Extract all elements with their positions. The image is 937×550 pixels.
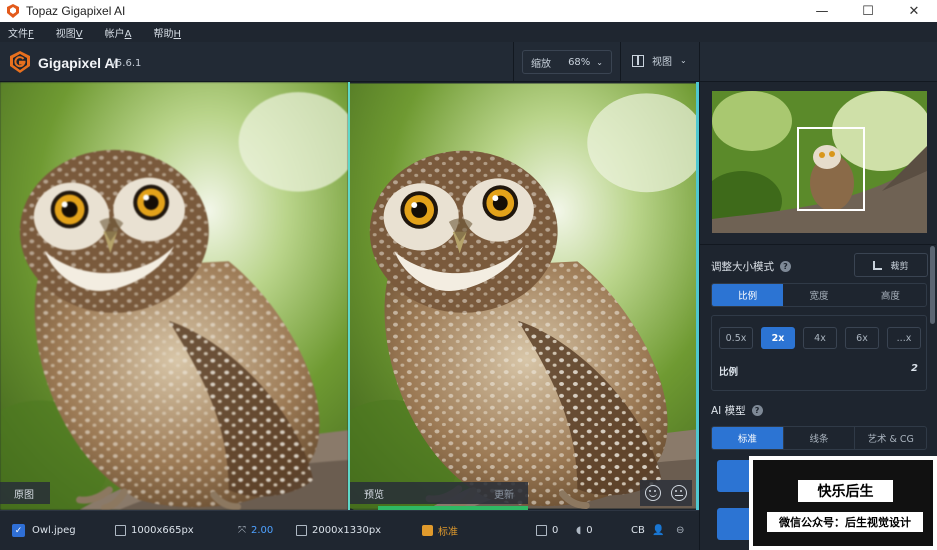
tab-model-art-cg[interactable]: 艺术 & CG [855,427,926,449]
navigator-thumbnail[interactable] [712,91,927,233]
user-icon: 👤 [652,525,665,536]
menu-view[interactable]: 视图V [56,25,83,40]
tab-model-lines[interactable]: 线条 [784,427,856,449]
zoom-value: 68% [568,56,591,68]
menu-bar: 文件F 视图V 帐户A 帮助H [0,22,937,42]
output-size: 2000x1330px [296,525,381,536]
noise-icon [536,525,547,536]
face-off-icon[interactable] [671,485,687,501]
scale-4x-button[interactable]: 4x [803,327,837,349]
scale-2x-button[interactable]: 2x [761,327,795,349]
update-button[interactable]: 更新 [494,486,514,501]
scale-options-panel: 0.5x 2x 4x 6x ...x 比例 2 [711,315,927,391]
chevron-down-icon: ⌄ [680,56,687,65]
help-icon[interactable]: ? [780,261,791,272]
scale-custom-button[interactable]: ...x [887,327,921,349]
original-image-pane[interactable]: 原图 [0,82,348,510]
preview-image-pane[interactable]: 预览 更新 [350,82,696,510]
face-recovery-icon[interactable] [645,485,661,501]
owl-preview-image [350,82,696,510]
app-header: Gigapixel AI v5.6.1 缩放 68% ⌄ 视图 ⌄ [0,42,937,82]
tab-scale[interactable]: 比例 [712,284,784,306]
image-size-icon [115,525,126,536]
face-refinement-toggles [640,480,692,506]
scale-6x-button[interactable]: 6x [845,327,879,349]
filename: Owl.jpeg [32,525,76,536]
gigapixel-logo-icon [10,51,30,73]
model-indicator: 标准 [422,523,458,538]
output-size-icon [296,525,307,536]
original-label: 原图 [0,482,50,504]
watermark-subtitle: 微信公众号：后生视觉设计 [767,512,923,532]
ai-model-tabs: 标准 线条 艺术 & CG [711,426,927,450]
remove-file-icon[interactable]: ⊖ [676,525,684,536]
compression-value: CB [631,525,645,536]
close-button[interactable]: ✕ [891,0,937,22]
scale-factor: ⤧ 2.00 [238,525,274,536]
menu-account[interactable]: 帐户A [105,25,132,40]
scale-0-5x-button[interactable]: 0.5x [719,327,753,349]
crop-button[interactable]: 裁剪 [854,253,928,277]
view-label: 视图 [652,57,672,68]
blur-value: ◖ 0 [576,525,593,536]
tab-model-standard[interactable]: 标准 [712,427,784,449]
watermark-overlay: 快乐后生 微信公众号：后生视觉设计 [749,456,937,550]
file-select-checkbox[interactable]: ✓ [12,524,25,537]
preview-bar: 预览 更新 [350,482,528,504]
split-view-icon [632,54,644,67]
blur-icon: ◖ [576,525,582,536]
header-separator [513,42,514,82]
window-title: Topaz Gigapixel AI [26,4,126,18]
header-separator [699,42,700,82]
resize-mode-heading: 调整大小模式 ? [711,259,791,274]
preview-label: 预览 [364,489,384,501]
view-mode-dropdown[interactable]: 视图 ⌄ [632,53,687,68]
input-size: 1000x665px [115,525,194,536]
watermark-title: 快乐后生 [798,480,893,502]
chevron-down-icon: ⌄ [596,57,603,67]
window-controls: — ☐ ✕ [799,0,937,22]
version-label: v5.6.1 [110,58,142,69]
sidebar-separator [700,244,936,245]
minimize-button[interactable]: — [799,0,845,22]
menu-file[interactable]: 文件F [8,25,34,40]
tab-width[interactable]: 宽度 [783,284,854,306]
tab-height[interactable]: 高度 [855,284,926,306]
watermark-panel: 快乐后生 微信公众号：后生视觉设计 [753,460,933,546]
title-bar: Topaz Gigapixel AI — ☐ ✕ [0,0,937,22]
header-separator [620,42,621,82]
help-icon[interactable]: ? [751,405,763,416]
sidebar-scrollbar[interactable] [930,246,935,324]
expand-icon: ⤧ [238,525,246,536]
file-status-bar: ✓ Owl.jpeg 1000x665px ⤧ 2.00 2000x1330px … [0,510,699,550]
ai-model-heading: AI 模型 ? [711,403,763,418]
menu-help[interactable]: 帮助H [153,25,181,40]
crop-icon [873,260,883,270]
maximize-button[interactable]: ☐ [845,0,891,22]
ratio-label: 比例 [719,367,739,378]
resize-mode-tabs: 比例 宽度 高度 [711,283,927,307]
noise-value: 0 [536,525,558,536]
brand-name: Gigapixel AI [38,55,119,71]
ratio-value[interactable]: 2 [911,363,918,374]
owl-original-image [0,82,348,510]
model-icon [422,525,433,536]
app-logo-icon [7,4,19,18]
zoom-dropdown[interactable]: 缩放 68% ⌄ [522,50,612,74]
navigator-viewport-box[interactable] [797,127,865,211]
zoom-label: 缩放 [531,58,551,70]
